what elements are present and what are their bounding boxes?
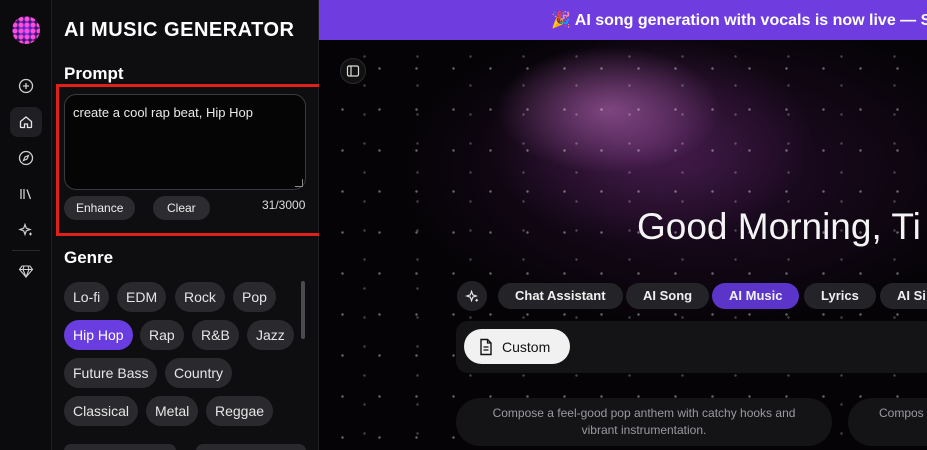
tab-lyrics[interactable]: Lyrics [804, 283, 876, 309]
genre-chip[interactable]: Rock [175, 282, 225, 312]
sparkle-icon[interactable] [10, 215, 42, 245]
genre-chip[interactable]: Lo-fi [64, 282, 110, 312]
icon-rail [0, 0, 52, 450]
genre-chip-partial[interactable] [64, 444, 176, 450]
generator-panel: AI MUSIC GENERATOR Prompt create a cool … [52, 0, 319, 450]
character-counter: 31/3000 [262, 198, 306, 212]
enhance-button[interactable]: Enhance [64, 196, 136, 220]
genre-chip[interactable]: Classical [64, 396, 139, 426]
genre-title: Genre [64, 248, 114, 267]
prompt-title: Prompt [64, 64, 124, 83]
mode-bar: Custom [456, 321, 927, 373]
announcement-banner[interactable]: 🎉 AI song generation with vocals is now … [319, 0, 927, 40]
custom-mode-label: Custom [502, 338, 551, 355]
greeting-heading: Good Morning, Ti [637, 206, 921, 247]
clear-button[interactable]: Clear [153, 196, 210, 220]
sidebar-toggle-icon[interactable] [340, 58, 366, 84]
genre-chip[interactable]: Pop [233, 282, 276, 312]
genre-chip[interactable]: Metal [146, 396, 199, 426]
genre-chip[interactable]: Country [165, 358, 233, 388]
custom-mode-button[interactable]: Custom [464, 329, 570, 364]
document-icon [480, 338, 492, 355]
magic-wand-icon[interactable] [457, 281, 487, 311]
plus-circle-icon[interactable] [10, 71, 42, 101]
app-title: AI MUSIC GENERATOR [64, 19, 295, 41]
genre-chip[interactable]: Future Bass [64, 358, 158, 388]
rail-divider [12, 250, 40, 251]
diamond-icon[interactable] [10, 256, 42, 286]
genre-chip[interactable]: Rap [140, 320, 184, 350]
prompt-text: create a cool rap beat, Hip Hop [73, 105, 253, 120]
banner-text: 🎉 AI song generation with vocals is now … [551, 12, 927, 29]
compass-icon[interactable] [10, 143, 42, 173]
tab-ai-song[interactable]: AI Song [626, 283, 710, 309]
resize-handle[interactable] [295, 179, 303, 187]
tab-chat-assistant[interactable]: Chat Assistant [498, 283, 623, 309]
genre-chip[interactable]: R&B [192, 320, 239, 350]
genre-chip[interactable]: EDM [117, 282, 167, 312]
main-area: 🎉 AI song generation with vocals is now … [319, 0, 927, 450]
logo-icon[interactable] [12, 16, 40, 44]
genre-chip[interactable]: Jazz [247, 320, 294, 350]
library-icon[interactable] [10, 179, 42, 209]
prompt-textarea[interactable]: create a cool rap beat, Hip Hop [64, 94, 306, 190]
tab-ai-music[interactable]: AI Music [712, 283, 800, 309]
home-icon[interactable] [10, 107, 42, 137]
genre-chip-partial[interactable] [196, 444, 306, 450]
genre-scrollbar[interactable] [301, 281, 305, 339]
suggestion-card[interactable]: Compose a feel-good pop anthem with catc… [456, 398, 832, 446]
suggestion-card[interactable]: Compos [848, 398, 927, 446]
genre-chip[interactable]: Reggae [206, 396, 274, 426]
genre-chip-selected[interactable]: Hip Hop [64, 320, 133, 350]
tab-ai-singer[interactable]: AI Si [880, 283, 927, 309]
